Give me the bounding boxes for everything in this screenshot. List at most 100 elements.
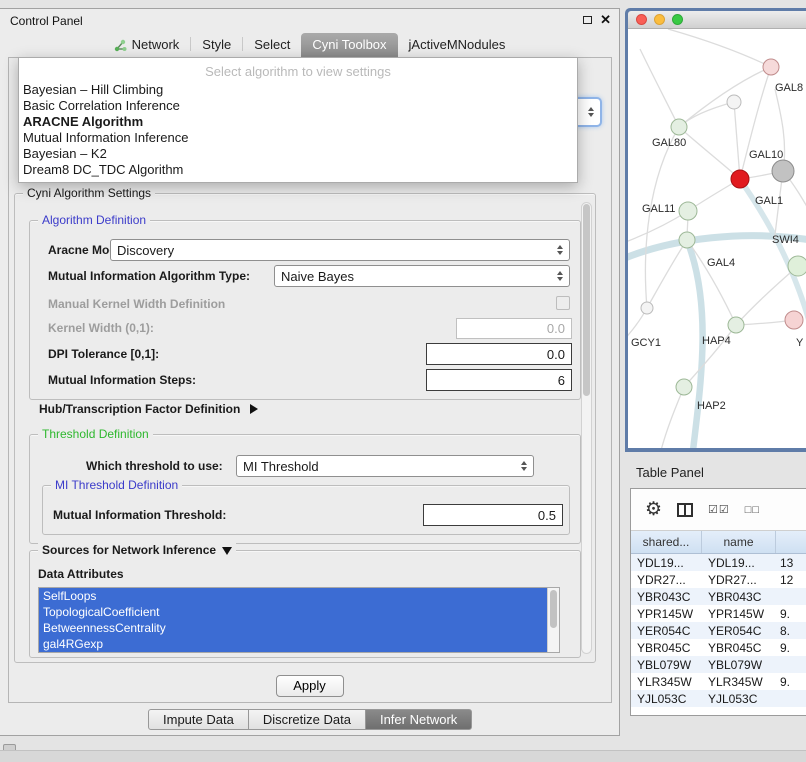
table-row[interactable]: YPR145W YPR145W 9. bbox=[631, 605, 806, 622]
cell-value: 9. bbox=[776, 675, 806, 689]
group-legend: Sources for Network Inference bbox=[38, 543, 236, 557]
hub-definition-toggle[interactable]: Hub/Transcription Factor Definition bbox=[39, 402, 258, 416]
cell-shared-name: YPR145W bbox=[631, 607, 702, 621]
table-row[interactable]: YDR27... YDR27... 12 bbox=[631, 571, 806, 588]
cell-value: 12 bbox=[776, 573, 806, 587]
settings-scrollbar[interactable] bbox=[581, 202, 592, 654]
table-header: shared... name bbox=[631, 531, 806, 554]
dropdown-option[interactable]: Basic Correlation Inference bbox=[19, 98, 577, 114]
close-traffic-light-icon[interactable] bbox=[636, 14, 647, 25]
network-node-label: Y bbox=[796, 337, 804, 349]
network-node[interactable] bbox=[772, 160, 794, 182]
dropdown-option-selected[interactable]: ARACNE Algorithm bbox=[19, 114, 577, 130]
column-header[interactable] bbox=[776, 531, 806, 553]
which-threshold-combobox[interactable]: MI Threshold bbox=[236, 455, 534, 477]
list-item[interactable]: TopologicalCoefficient bbox=[39, 604, 547, 620]
tab-discretize-data[interactable]: Discretize Data bbox=[248, 709, 366, 730]
algorithm-definition-group: Algorithm Definition Aracne Mode: Discov… bbox=[29, 220, 581, 400]
close-window-icon[interactable]: ✕ bbox=[600, 13, 611, 26]
network-node[interactable] bbox=[763, 59, 779, 75]
list-scrollbar[interactable] bbox=[547, 588, 559, 652]
dropdown-option[interactable]: Dream8 DC_TDC Algorithm bbox=[19, 162, 577, 178]
network-node[interactable] bbox=[788, 256, 806, 276]
table-row[interactable]: YDL19... YDL19... 13 bbox=[631, 554, 806, 571]
tab-infer-network[interactable]: Infer Network bbox=[365, 709, 472, 730]
list-item[interactable]: BetweennessCentrality bbox=[39, 620, 547, 636]
control-panel-title: Control Panel bbox=[10, 14, 83, 28]
table-row[interactable]: YER054C YER054C 8. bbox=[631, 622, 806, 639]
algorithm-dropdown-popup: Select algorithm to view settings Bayesi… bbox=[18, 57, 578, 183]
dropdown-option[interactable]: Bayesian – Hill Climbing bbox=[19, 82, 577, 98]
scrollbar-thumb[interactable] bbox=[583, 204, 590, 396]
tab-cyni-toolbox[interactable]: Cyni Toolbox bbox=[301, 33, 397, 57]
gear-icon[interactable]: ⚙ bbox=[645, 500, 662, 519]
sources-legend-label: Sources for Network Inference bbox=[42, 543, 216, 557]
column-header-name[interactable]: name bbox=[702, 531, 776, 553]
network-tab-icon bbox=[114, 39, 127, 52]
tab-label: Cyni Toolbox bbox=[312, 33, 386, 57]
select-all-checkboxes-icon[interactable]: ☑☑ bbox=[708, 503, 730, 516]
network-node[interactable] bbox=[641, 302, 653, 314]
deselect-all-checkboxes-icon[interactable]: □□ bbox=[745, 504, 760, 516]
network-node-selected[interactable] bbox=[731, 170, 749, 188]
cell-value: 13 bbox=[776, 556, 806, 570]
apply-button[interactable]: Apply bbox=[276, 675, 344, 697]
network-node-label: GCY1 bbox=[631, 337, 661, 349]
mi-threshold-definition-group: MI Threshold Definition Mutual Informati… bbox=[42, 485, 570, 535]
kernel-width-field[interactable]: 0.0 bbox=[456, 318, 572, 339]
tab-select[interactable]: Select bbox=[243, 33, 301, 57]
minimize-traffic-light-icon[interactable] bbox=[654, 14, 665, 25]
dropdown-option[interactable]: Mutual Information Inference bbox=[19, 130, 577, 146]
network-node-label: HAP4 bbox=[702, 335, 731, 347]
network-node[interactable] bbox=[728, 317, 744, 333]
table-row[interactable]: YBR043C YBR043C bbox=[631, 588, 806, 605]
cell-name: YJL053C bbox=[702, 692, 776, 706]
table-panel-title: Table Panel bbox=[636, 465, 704, 480]
collapsed-arrow-icon bbox=[250, 404, 258, 414]
cell-name: YER054C bbox=[702, 624, 776, 638]
cell-value: 9. bbox=[776, 607, 806, 621]
expanded-arrow-icon[interactable] bbox=[222, 547, 232, 555]
tab-label: Network bbox=[132, 33, 180, 57]
dpi-tolerance-field[interactable]: 0.0 bbox=[426, 343, 572, 365]
mi-threshold-field[interactable]: 0.5 bbox=[423, 504, 563, 526]
mi-steps-label: Mutual Information Steps: bbox=[48, 373, 196, 387]
list-item[interactable]: SelfLoops bbox=[39, 588, 547, 604]
network-node[interactable] bbox=[679, 232, 695, 248]
network-node[interactable] bbox=[676, 379, 692, 395]
cell-name: YLR345W bbox=[702, 675, 776, 689]
cell-shared-name: YDL19... bbox=[631, 556, 702, 570]
network-node-label: GAL11 bbox=[642, 203, 675, 215]
aracne-mode-combobox[interactable]: Discovery bbox=[110, 239, 570, 261]
zoom-traffic-light-icon[interactable] bbox=[672, 14, 683, 25]
table-row[interactable]: YJL053C YJL053C bbox=[631, 690, 806, 707]
tab-network[interactable]: Network bbox=[103, 33, 191, 57]
combo-value: Naive Bayes bbox=[281, 269, 354, 284]
tab-style[interactable]: Style bbox=[191, 33, 242, 57]
network-node[interactable] bbox=[671, 119, 687, 135]
network-node[interactable] bbox=[679, 202, 697, 220]
mi-steps-field[interactable]: 6 bbox=[426, 369, 572, 391]
network-window-titlebar[interactable] bbox=[628, 11, 806, 29]
column-header-shared-name[interactable]: shared... bbox=[631, 531, 702, 553]
columns-icon[interactable] bbox=[677, 503, 693, 517]
mi-type-combobox[interactable]: Naive Bayes bbox=[274, 265, 570, 287]
network-node[interactable] bbox=[727, 95, 741, 109]
network-node[interactable] bbox=[785, 311, 803, 329]
cell-name: YBR043C bbox=[702, 590, 776, 604]
table-row[interactable]: YLR345W YLR345W 9. bbox=[631, 673, 806, 690]
network-node-label: GAL10 bbox=[749, 149, 783, 161]
which-threshold-label: Which threshold to use: bbox=[86, 459, 223, 473]
tab-impute-data[interactable]: Impute Data bbox=[148, 709, 249, 730]
network-view-window: GAL8 GAL80 GAL10 GAL11 GAL1 SWI4 GAL4 GC… bbox=[625, 8, 806, 452]
float-window-icon[interactable] bbox=[583, 16, 592, 24]
table-row[interactable]: YBR045C YBR045C 9. bbox=[631, 639, 806, 656]
field-value: 0.0 bbox=[547, 321, 565, 336]
tab-jactivemnodules[interactable]: jActiveMNodules bbox=[398, 33, 517, 57]
table-row[interactable]: YBL079W YBL079W bbox=[631, 656, 806, 673]
network-canvas[interactable]: GAL8 GAL80 GAL10 GAL11 GAL1 SWI4 GAL4 GC… bbox=[628, 29, 806, 448]
manual-kernel-checkbox[interactable] bbox=[556, 296, 570, 310]
list-item[interactable]: gal4RGexp bbox=[39, 636, 547, 652]
scrollbar-thumb[interactable] bbox=[550, 590, 557, 628]
dropdown-option[interactable]: Bayesian – K2 bbox=[19, 146, 577, 162]
